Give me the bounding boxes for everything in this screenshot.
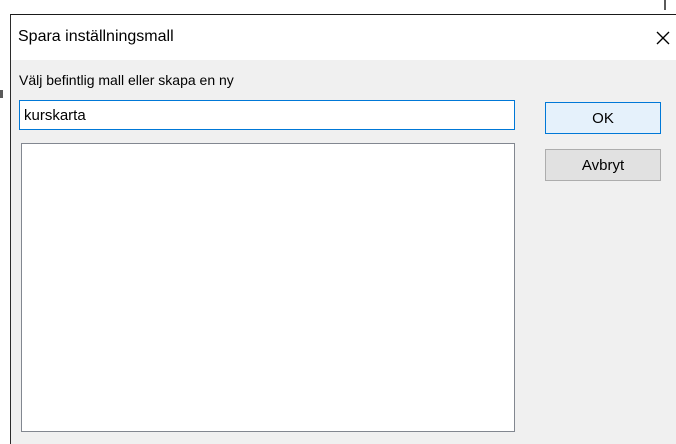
- template-list[interactable]: [21, 143, 515, 432]
- background-window-strip: [0, 0, 10, 436]
- close-icon[interactable]: [652, 27, 674, 49]
- cancel-button[interactable]: Avbryt: [545, 149, 661, 181]
- background-window-marker: [0, 90, 3, 98]
- background-window-marker: [664, 0, 666, 10]
- dialog-title: Spara inställningsmall: [18, 28, 174, 45]
- ok-button[interactable]: OK: [545, 102, 661, 134]
- dialog-titlebar: Spara inställningsmall: [11, 15, 676, 60]
- background-window-edge: [0, 0, 676, 14]
- template-name-input[interactable]: [19, 100, 515, 130]
- template-prompt-label: Välj befintlig mall eller skapa en ny: [19, 72, 234, 88]
- save-template-dialog: Spara inställningsmall Välj befintlig ma…: [10, 14, 676, 444]
